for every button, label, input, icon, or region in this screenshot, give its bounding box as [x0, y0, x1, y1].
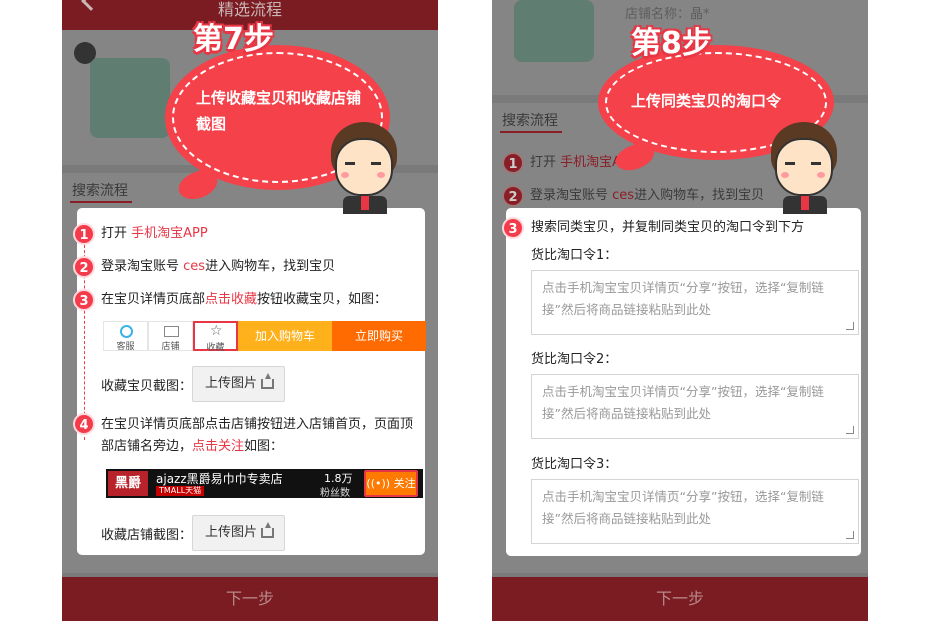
upload-icon — [261, 522, 274, 538]
favorite-star-icon: ☆ 收藏 — [193, 321, 238, 353]
field-label: 货比淘口令1： — [531, 248, 618, 263]
next-step-button[interactable]: 下一步 — [492, 577, 868, 621]
step-text: 在宝贝详情页底部点击收藏按钮收藏宝贝，如图： — [101, 292, 388, 307]
fav-screenshot-label: 收藏宝贝截图： — [101, 379, 193, 394]
upload-fav-button[interactable]: 上传图片 — [192, 366, 285, 402]
tab-underline — [70, 201, 132, 203]
cake-image — [90, 58, 170, 138]
fans-label: 粉丝数 — [320, 488, 350, 499]
upload-shop-button[interactable]: 上传图片 — [192, 515, 285, 551]
resize-grip-icon[interactable] — [846, 531, 854, 539]
tab-search-flow[interactable]: 搜索流程 — [72, 180, 128, 200]
step-text: 登录淘宝账号 ces进入购物车，找到宝贝 — [530, 188, 765, 203]
next-step-button[interactable]: 下一步 — [62, 577, 438, 621]
step-title: 第8步 — [631, 26, 712, 61]
field-label: 货比淘口令2： — [531, 352, 618, 367]
step-number: 1 — [73, 223, 95, 245]
mascot-face-icon — [323, 120, 403, 215]
highlight-text: 手机淘宝APP — [131, 226, 208, 241]
store-logo: 黑爵 — [108, 471, 148, 496]
step-number: 3 — [73, 289, 95, 311]
shop-screenshot-label: 收藏店铺截图： — [101, 528, 193, 543]
store-icon: 店铺 — [148, 321, 193, 352]
bubble-text: 上传同类宝贝的淘口令 — [631, 92, 782, 110]
step-text: 在宝贝详情页底部点击店铺按钮进入店铺首页，页面顶部店铺名旁边，点击关注如图： — [101, 417, 414, 454]
step-text: 搜索同类宝贝，并复制同类宝贝的淘口令到下方 — [531, 220, 805, 235]
tmall-badge: TMALL天猫 — [156, 486, 205, 496]
service-icon: 客服 — [103, 321, 148, 352]
step-number: 3 — [502, 217, 524, 239]
tab-search-flow[interactable]: 搜索流程 — [502, 110, 558, 130]
follow-button-image: ((•)) 关注 — [364, 470, 418, 497]
tab-underline — [500, 131, 562, 133]
step-title: 第7步 — [193, 22, 274, 57]
step-number: 2 — [73, 256, 95, 278]
add-cart-label: 加入购物车 — [238, 321, 332, 351]
step-number: 1 — [502, 152, 524, 174]
buy-now-label: 立即购买 — [332, 321, 426, 351]
cake-image — [514, 0, 594, 62]
store-name: ajazz黑爵易巾巾专卖店 — [156, 472, 283, 486]
taokouling-input-2[interactable]: 点击手机淘宝宝贝详情页“分享”按钮，选择“复制链接”然后将商品链接粘贴到此处 — [531, 374, 859, 439]
taokouling-input-3[interactable]: 点击手机淘宝宝贝详情页“分享”按钮，选择“复制链接”然后将商品链接粘贴到此处 — [531, 479, 859, 544]
step-number: 2 — [502, 185, 524, 207]
resize-grip-icon[interactable] — [846, 426, 854, 434]
step-text: 登录淘宝账号 ces进入购物车，找到宝贝 — [101, 259, 336, 274]
upload-icon — [261, 373, 274, 389]
step-number: 4 — [73, 413, 95, 435]
taokouling-input-1[interactable]: 点击手机淘宝宝贝详情页“分享”按钮，选择“复制链接”然后将商品链接粘贴到此处 — [531, 270, 859, 335]
shop-action-bar-image: 客服 店铺 ☆ 收藏 加入购物车 立即购买 — [103, 321, 426, 353]
field-label: 货比淘口令3： — [531, 457, 618, 472]
store-follow-bar-image: 黑爵 ajazz黑爵易巾巾专卖店 TMALL天猫 1.8万 粉丝数 ((•)) … — [106, 469, 423, 499]
step-text: 打开 手机淘宝APP — [101, 226, 208, 241]
resize-grip-icon[interactable] — [846, 322, 854, 330]
mascot-face-icon — [763, 120, 843, 215]
follow-wave-icon: ((•)) — [366, 477, 394, 490]
